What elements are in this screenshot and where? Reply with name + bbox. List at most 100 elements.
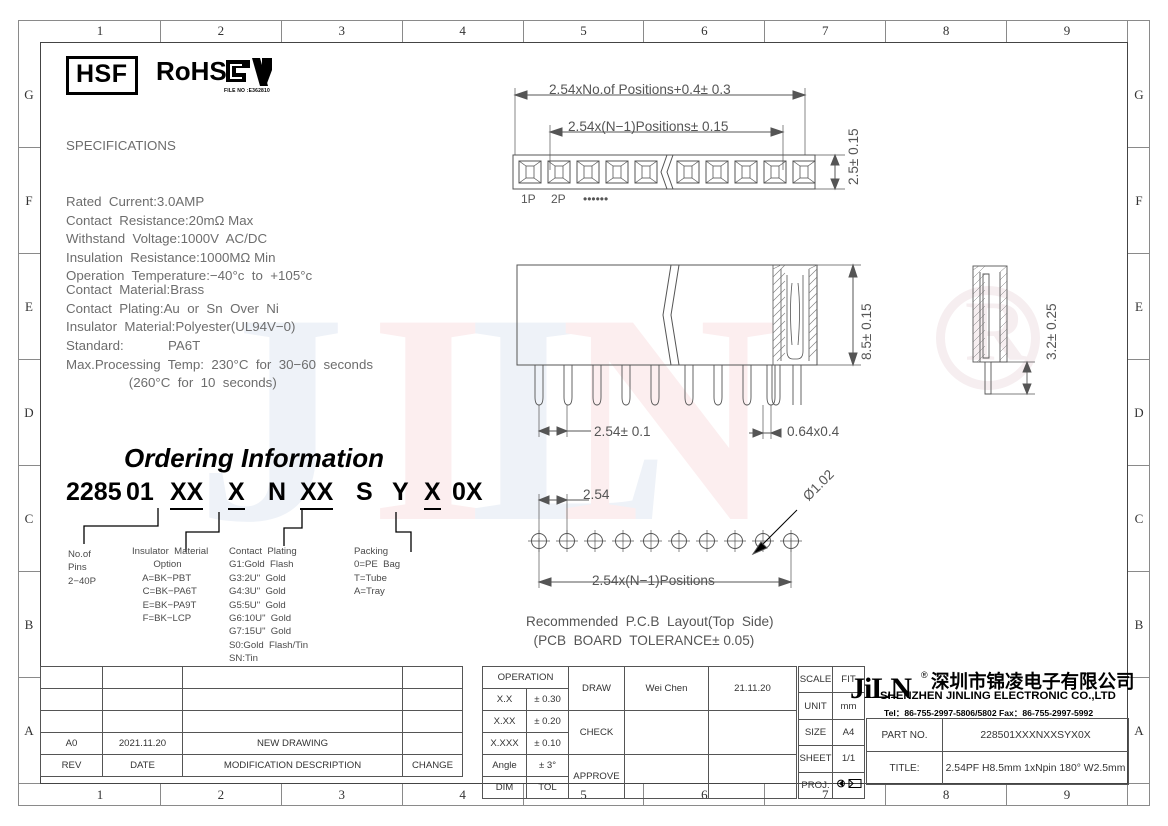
top-view-pin-label-2p: 2P [551,192,566,206]
approval-role-1: CHECK [568,710,625,755]
ul-file-number: FILE NO :E362810 [224,88,270,94]
tolerance-dim-1: X.XX [482,710,527,733]
revision-header-1: DATE [102,754,183,777]
rohs-label: RoHS [156,56,227,86]
front-view-dim-height: 8.5± 0.15 [859,303,874,360]
pcb-dim-span: 2.54x(N−1)Positions [592,573,715,588]
approval-table: DRAW Wei Chen 21.11.20 CHECK APPROVE [568,666,797,799]
zone-row-D: D [18,360,40,466]
revision-cell-0-3 [402,666,463,689]
material-line-4: Max.Processing Temp: 230°C for 30−60 sec… [66,356,373,372]
zone-column-3: 3 [282,20,403,42]
zone-row-D: D [1128,360,1150,466]
zone-column-1: 1 [40,784,161,806]
zone-column-2: 2 [161,20,282,42]
tolerance-tol-1: ± 0.20 [526,710,569,733]
company-name-en: SHENZHEN JINLING ELECTRONIC CO.,LTD [880,690,1116,702]
revision-cell-3-3 [402,732,463,755]
specification-line-0: Rated Current:3.0AMP [66,193,205,209]
tolerance-table: OPERATION X.X ± 0.30 X.XX ± 0.20 X.XXX ± 0.10 A… [482,666,569,799]
top-view-dim-height: 2.5± 0.15 [846,128,861,185]
revision-cell-0-0 [40,666,103,689]
pcb-dim-pitch: 2.54 [583,487,610,502]
meta-value-3: 1/1 [832,745,865,773]
meta-key-3: SHEET [798,745,833,773]
ul-logo-icon [226,58,272,86]
approval-name-1 [624,710,709,755]
revision-cell-0-2 [182,666,403,689]
zone-row-F: F [1128,148,1150,254]
zone-column-8: 8 [886,20,1008,42]
top-view-dim-overall: 2.54xNo.of Positions+0.4± 0.3 [549,82,731,97]
company-registered-mark: ® [921,670,928,680]
tolerance-dim-0: X.X [482,688,527,711]
zone-column-3: 3 [282,784,403,806]
side-view-dim-depth: 3.2± 0.25 [1044,303,1059,360]
revision-header-2: MODIFICATION DESCRIPTION [182,754,403,777]
material-line-1: Contact Plating:Au or Sn Over Ni [66,300,279,316]
tolerance-header-1: TOL [526,776,569,799]
zone-row-E: E [1128,254,1150,360]
zone-row-F: F [18,148,40,254]
meta-key-2: SIZE [798,718,833,747]
tolerance-dim-2: X.XXX [482,732,527,755]
revision-cell-0-1 [102,666,183,689]
revision-header-3: CHANGE [402,754,463,777]
meta-key-1: UNIT [798,692,833,720]
revision-table: A0 2021.11.20 NEW DRAWING REV DATE MODIFICATI… [40,666,463,777]
zone-column-9: 9 [1007,20,1128,42]
revision-cell-3-0: A0 [40,732,103,755]
zone-row-B: B [18,572,40,678]
revision-cell-2-0 [40,710,103,733]
revision-cell-1-0 [40,688,103,711]
zone-column-7: 7 [765,20,887,42]
specification-line-1: Contact Resistance:20mΩ Max [66,212,254,228]
part-no-label: PART NO. [866,718,943,752]
revision-cell-1-1 [102,688,183,711]
meta-key-0: SCALE [798,665,833,694]
meta-value-4 [832,771,865,799]
title-block-table: PART NO. 228501XXXNXXSYX0X TITLE: 2.54PF H8… [866,718,1129,785]
approval-date-2 [708,754,797,799]
revision-cell-2-3 [402,710,463,733]
ordering-callout-pins: No.of Pins 2−40P [68,549,97,587]
zone-column-1: 1 [40,20,161,42]
material-line-5: (260°C for 10 seconds) [66,375,277,391]
hsf-label: HSF [66,56,138,95]
tolerance-dim-3: Angle [482,754,527,777]
front-view-dim-pitch: 2.54± 0.1 [594,424,651,439]
specifications-heading: SPECIFICATIONS [66,138,176,154]
ordering-callout-plating: Contact Plating G1:Gold Flash G3:2U" Gol… [229,546,309,665]
approval-name-2 [624,754,709,799]
zone-column-4: 4 [403,20,524,42]
tolerance-tol-3: ± 3° [526,754,569,777]
zone-column-9: 9 [1007,784,1128,806]
approval-date-1 [708,710,797,755]
zone-row-G: G [1128,42,1150,148]
revision-cell-3-1: 2021.11.20 [102,732,183,755]
zone-column-6: 6 [644,20,766,42]
top-view-dim-pitch-total: 2.54x(N−1)Positions± 0.15 [568,119,729,134]
revision-cell-1-3 [402,688,463,711]
zone-row-B: B [1128,572,1150,678]
ordering-callout-packing: Packing 0=PE Bag T=Tube A=Tray [354,546,401,598]
revision-cell-3-2: NEW DRAWING [182,732,403,755]
zone-column-8: 8 [886,784,1008,806]
revision-header-0: REV [40,754,103,777]
zone-column-2: 2 [161,784,282,806]
tolerance-title: OPERATION [482,666,569,689]
top-view-pin-label-1p: 1P [521,192,536,206]
material-line-3: Standard: PA6T [66,337,201,353]
tolerance-tol-2: ± 0.10 [526,732,569,755]
material-line-2: Insulator Material:Polyester(UL94V−0) [66,319,296,335]
title-value: 2.54PF H8.5mm 1xNpin 180° W2.5mm [942,751,1129,785]
front-view-dim-pin: 0.64x0.4 [787,424,840,439]
approval-name-0: Wei Chen [624,666,709,711]
zone-row-G: G [18,42,40,148]
approval-date-0: 21.11.20 [708,666,797,711]
top-view-pin-label-ellipsis: •••••• [583,192,609,206]
tolerance-tol-0: ± 0.30 [526,688,569,711]
ordering-information-title: Ordering Information [124,443,384,473]
ordering-callout-insulator: Insulator Material Option A=BK−PBT C=BK−… [132,546,209,625]
revision-cell-1-2 [182,688,403,711]
